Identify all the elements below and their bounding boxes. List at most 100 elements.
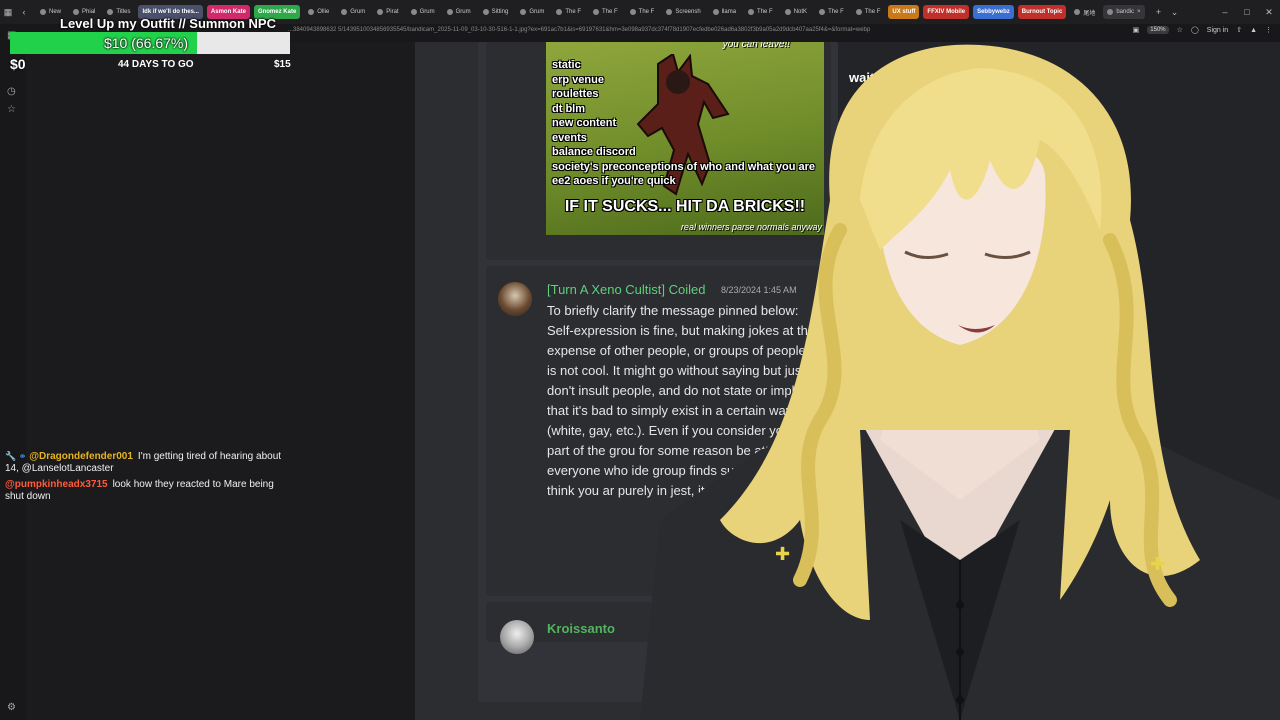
browser-tab[interactable]: The F (744, 5, 777, 19)
browser-tab[interactable]: bandic × (1103, 5, 1145, 19)
status-text: waiting (849, 70, 894, 85)
maximize-icon[interactable]: □ (1236, 7, 1258, 17)
tab-label: The F (565, 9, 581, 15)
browser-tab[interactable]: The F (552, 5, 585, 19)
meme-top-text: you can leave!! (722, 42, 790, 50)
browser-tab[interactable]: NotK (781, 5, 811, 19)
favicon-icon (1107, 9, 1114, 15)
favicon-icon (341, 9, 348, 15)
avatar-2[interactable] (500, 620, 534, 654)
url-text[interactable]: ...3840943898632 5/1439510034856935545/b… (288, 27, 870, 33)
tab-label: Grum (350, 9, 366, 15)
tab-label: The F (828, 9, 844, 15)
favicon-icon (712, 9, 719, 15)
close-icon[interactable]: ✕ (1258, 7, 1280, 18)
tab-label: FFXIV Mobile (927, 9, 966, 15)
browser-tab[interactable]: Burnout Topic (1017, 5, 1067, 19)
browser-tab[interactable]: 尾地 (1070, 5, 1099, 19)
browser-tab[interactable]: Grum (407, 5, 439, 19)
browser-tab[interactable]: The F (852, 5, 885, 19)
bookmark-star-icon[interactable]: ☆ (1177, 26, 1183, 34)
right-panel (838, 42, 1280, 702)
favicon-icon (666, 9, 673, 15)
chat-message: 🔧 ⚭ @Dragondefender001 I'm getting tired o… (5, 450, 295, 475)
browser-tab[interactable]: The F (626, 5, 659, 19)
tab-label: Screensh (675, 9, 701, 15)
goal-end-label: $15 (274, 59, 291, 70)
goal-amount: $10 (66.67%) (103, 35, 189, 51)
extensions-icon[interactable]: ▲ (1250, 27, 1257, 34)
new-tab-icon[interactable]: + (1151, 7, 1167, 17)
meme-line: roulettes (552, 88, 599, 100)
favicon-icon (855, 9, 862, 15)
chat-username[interactable]: @pumpkinheadx3715 (5, 479, 108, 490)
browser-tab[interactable]: llama (709, 5, 740, 19)
browser-tab[interactable]: The F (815, 5, 848, 19)
favicon-icon (784, 9, 791, 15)
browser-tab[interactable]: Sebbywebz (973, 5, 1014, 19)
message-card-2 (486, 602, 831, 642)
tab-label: Phial (82, 9, 96, 15)
tab-label: Ollie (317, 9, 330, 15)
browser-tab[interactable]: Sitting (479, 5, 513, 19)
browser-tab[interactable]: Grum (516, 5, 548, 19)
tab-label: The F (757, 9, 773, 15)
minimize-icon[interactable]: – (1214, 7, 1236, 17)
menu-icon[interactable]: ⋮ (1265, 26, 1272, 34)
message-author[interactable]: [Turn A Xeno Cultist] Coiled (547, 282, 706, 297)
browser-tab[interactable]: Grum (443, 5, 475, 19)
tab-overflow-icon[interactable]: ⌄ (1167, 7, 1183, 18)
tab-label: Asmon Kate (210, 9, 246, 15)
avatar[interactable] (498, 282, 532, 316)
browser-tab[interactable]: Grum (337, 5, 369, 19)
address-actions: ▣ 150% ☆ ◯ Sign in ⇧ ▲ ⋮ (1133, 26, 1272, 34)
favicon-icon (410, 9, 417, 15)
chat-username[interactable]: @Dragondefender001 (29, 451, 133, 462)
favicon-icon (73, 9, 80, 15)
share-icon[interactable]: ⇧ (1236, 26, 1242, 34)
tab-label: Gnomez Kate (257, 9, 297, 15)
meme-line: events (552, 131, 587, 144)
tab-close-icon[interactable]: × (1137, 9, 1141, 15)
browser-tab[interactable]: Ollie (304, 5, 333, 19)
favicon-icon (40, 9, 46, 15)
meme-bottom-text: IF IT SUCKS... HIT DA BRICKS!! (564, 198, 806, 215)
zoom-badge[interactable]: 150% (1147, 26, 1169, 34)
browser-tab[interactable]: The F (589, 5, 622, 19)
browser-tab[interactable]: Screensh (662, 5, 704, 19)
chat-message: @pumpkinheadx3715 look how they reacted t… (5, 479, 295, 503)
browser-tab[interactable]: Pirat (373, 5, 402, 19)
favicon-icon (308, 9, 315, 15)
tab-label: Sitting (491, 9, 509, 15)
profile-icon[interactable]: ◯ (1191, 26, 1199, 34)
tab-label: Grum (419, 9, 435, 15)
message-body: To briefly clarify the message pinned be… (547, 303, 816, 498)
tab-label: Grum (455, 9, 471, 15)
reader-icon[interactable]: ▣ (1133, 26, 1140, 34)
favicon-icon (748, 9, 755, 15)
settings-icon[interactable]: ⚙ (7, 702, 16, 713)
tab-menu-icon[interactable]: ▦ (0, 7, 16, 18)
goal-start-label: $0 (10, 56, 26, 72)
history-icon[interactable]: ◷ (7, 86, 16, 97)
tab-label: NotK (793, 9, 808, 15)
favicon-icon (482, 9, 489, 15)
favicon-icon (446, 9, 453, 15)
tab-label: The F (864, 9, 881, 15)
meme-line: erp venue (552, 73, 604, 86)
tab-label: The F (602, 9, 618, 15)
browser-tab[interactable]: UX stuff (888, 5, 920, 19)
meme-image[interactable]: you can leave!! static erp venue roulettes… (546, 42, 824, 235)
meme-line: balance discord (552, 146, 636, 158)
meme-line: new content (552, 117, 617, 129)
goal-days-label: 44 DAYS TO GO (118, 59, 194, 70)
meme-list: static erp venue roulettes dt blm new conten… (552, 58, 815, 189)
message-author-2[interactable]: Kroissanto (547, 621, 615, 636)
star-icon[interactable]: ☆ (7, 104, 16, 115)
tab-label: UX stuff (892, 9, 916, 15)
sign-in-button[interactable]: Sign in (1207, 27, 1228, 34)
back-tabs-icon[interactable]: ‹ (16, 7, 32, 17)
tab-label: Burnout Topic (1021, 9, 1063, 15)
browser-tab[interactable]: FFXIV Mobile (923, 5, 970, 19)
tab-label: Grum (529, 9, 545, 15)
